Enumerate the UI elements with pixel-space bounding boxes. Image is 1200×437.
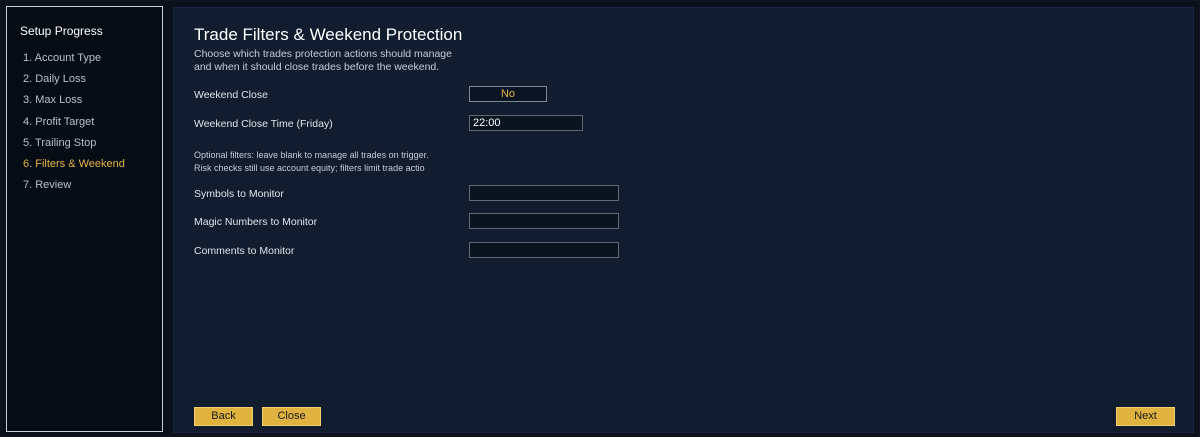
next-button[interactable]: Next [1116, 407, 1175, 426]
weekend-close-label: Weekend Close [194, 89, 268, 101]
step-max-loss[interactable]: 3. Max Loss [23, 90, 125, 111]
step-list: 1. Account Type 2. Daily Loss 3. Max Los… [23, 48, 125, 196]
description-line-1: Choose which trades protection actions s… [194, 48, 452, 60]
close-button[interactable]: Close [262, 407, 321, 426]
setup-progress-sidebar: Setup Progress 1. Account Type 2. Daily … [6, 6, 163, 432]
filters-note: Optional filters: leave blank to manage … [194, 149, 429, 175]
back-button[interactable]: Back [194, 407, 253, 426]
step-profit-target[interactable]: 4. Profit Target [23, 112, 125, 133]
comments-input[interactable] [469, 242, 619, 258]
magic-numbers-input[interactable] [469, 213, 619, 229]
step-daily-loss[interactable]: 2. Daily Loss [23, 69, 125, 90]
step-account-type[interactable]: 1. Account Type [23, 48, 125, 69]
weekend-close-time-label: Weekend Close Time (Friday) [194, 118, 333, 130]
main-panel: Trade Filters & Weekend Protection Choos… [173, 7, 1194, 433]
symbols-input[interactable] [469, 185, 619, 201]
sidebar-title: Setup Progress [20, 24, 103, 38]
page-title: Trade Filters & Weekend Protection [194, 25, 463, 44]
filters-note-line-2: Risk checks still use account equity; fi… [194, 163, 425, 173]
step-filters-weekend[interactable]: 6. Filters & Weekend [23, 154, 125, 175]
weekend-close-time-input[interactable] [469, 115, 583, 131]
description-line-2: and when it should close trades before t… [194, 61, 440, 73]
weekend-close-toggle[interactable]: No [469, 86, 547, 102]
comments-label: Comments to Monitor [194, 245, 295, 257]
symbols-label: Symbols to Monitor [194, 188, 284, 200]
app-window: Setup Progress 1. Account Type 2. Daily … [0, 0, 1200, 437]
step-trailing-stop[interactable]: 5. Trailing Stop [23, 133, 125, 154]
page-description: Choose which trades protection actions s… [194, 48, 452, 74]
magic-numbers-label: Magic Numbers to Monitor [194, 216, 318, 228]
step-review[interactable]: 7. Review [23, 175, 125, 196]
filters-note-line-1: Optional filters: leave blank to manage … [194, 150, 429, 160]
